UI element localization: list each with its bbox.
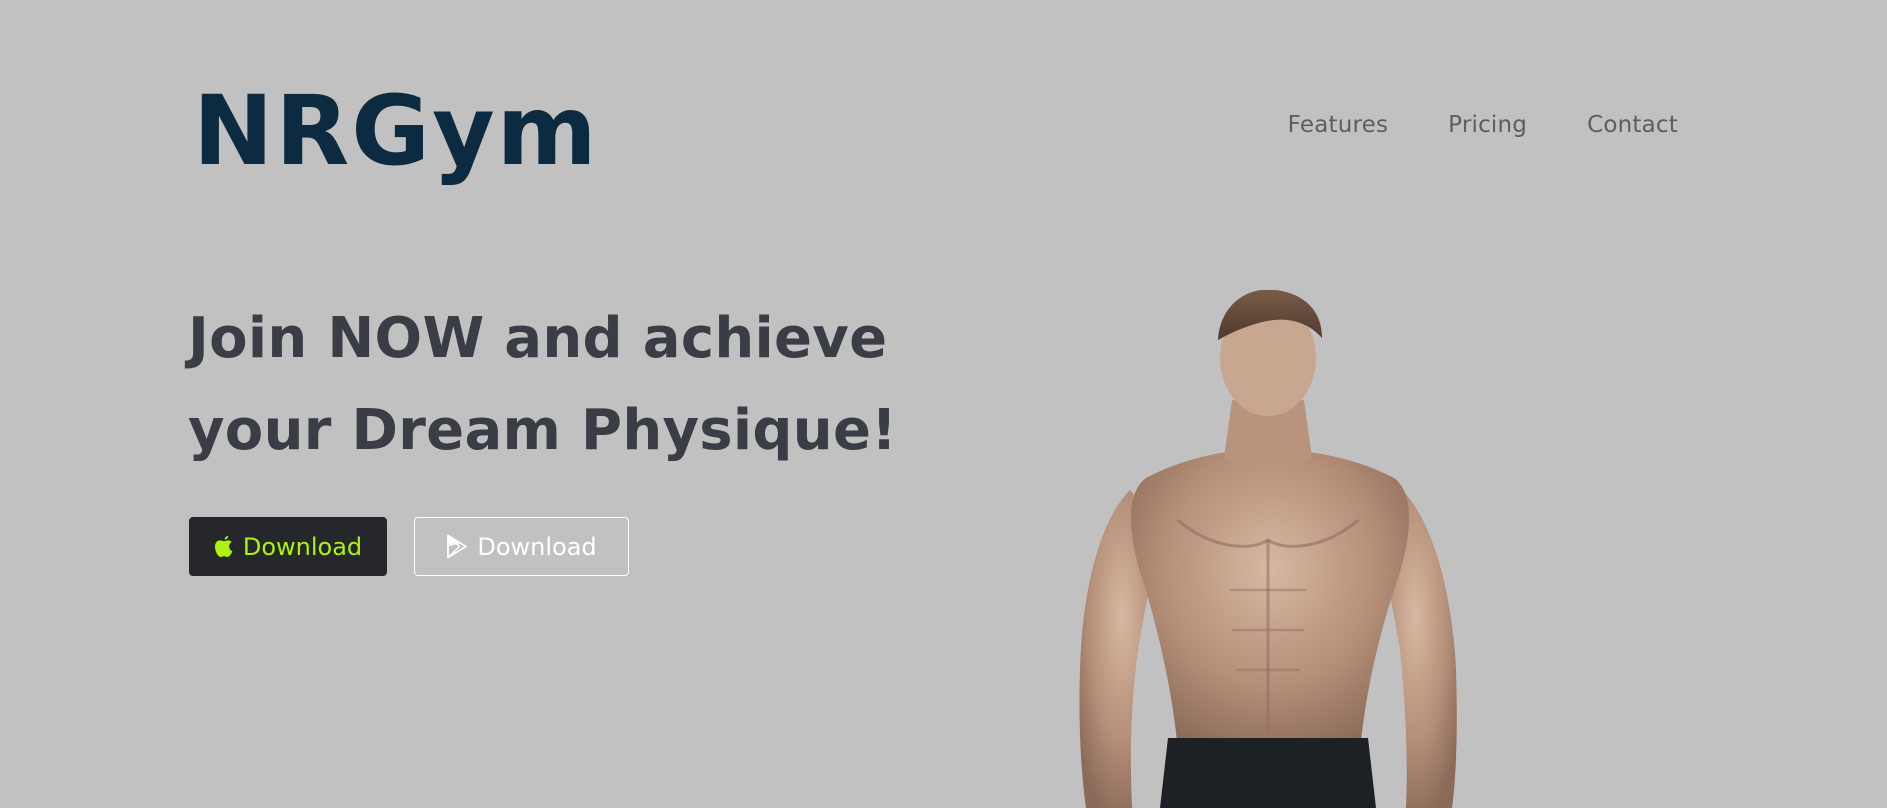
- nav-link-pricing[interactable]: Pricing: [1448, 112, 1527, 138]
- athlete-figure-illustration: [1079, 289, 1457, 808]
- play-store-download-label: Download: [477, 532, 597, 561]
- app-store-download-button[interactable]: Download: [189, 517, 387, 576]
- play-store-download-button[interactable]: Download: [414, 517, 629, 576]
- landing-page: NRGym Features Pricing Contact Join NOW …: [0, 0, 1887, 808]
- download-buttons: Download Download: [189, 517, 629, 576]
- hero-headline-line-2: your Dream Physique!: [188, 398, 898, 463]
- app-store-download-label: Download: [242, 532, 363, 561]
- main-nav: Features Pricing Contact: [1288, 112, 1678, 138]
- nav-link-contact[interactable]: Contact: [1587, 112, 1678, 138]
- brand-logo-wordmark: NRGym: [193, 78, 593, 187]
- nav-link-features[interactable]: Features: [1288, 112, 1389, 138]
- svg-text:NRGym: NRGym: [193, 78, 593, 187]
- brand-logo[interactable]: NRGym: [193, 78, 593, 193]
- hero-headline: Join NOW and achieve your Dream Physique…: [188, 293, 948, 477]
- hero-athlete-image: [1060, 289, 1500, 808]
- hero-headline-line-1: Join NOW and achieve: [188, 306, 888, 371]
- apple-icon: [214, 535, 234, 558]
- play-store-icon: [446, 534, 468, 559]
